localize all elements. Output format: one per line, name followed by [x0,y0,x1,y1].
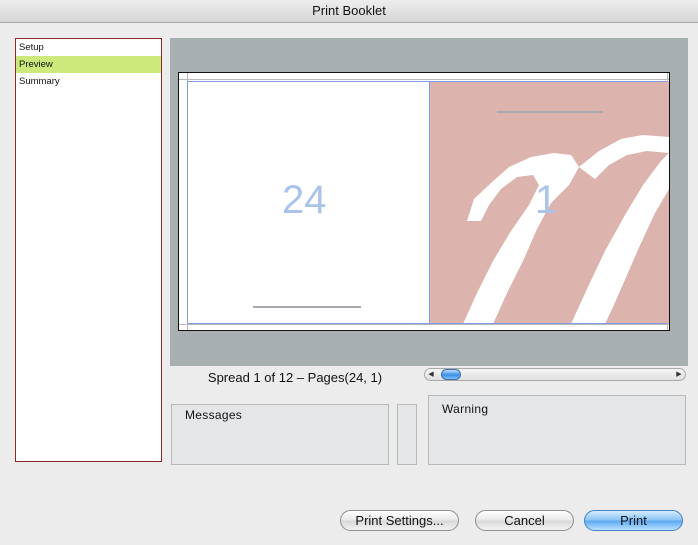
crop-mark [179,324,669,325]
spread-scrollbar[interactable]: ◀ ▶ [424,368,686,381]
window-title: Print Booklet [0,0,698,23]
messages-panel: Messages [171,404,389,465]
warning-panel: Warning [428,395,686,465]
scroll-thumb[interactable] [441,369,461,380]
panel-divider[interactable] [397,404,417,465]
page-guide [187,81,188,323]
crop-mark [179,79,669,80]
sidebar-list: Setup Preview Summary [15,38,162,462]
booklet-preview-pane: 24 1 [170,38,688,366]
print-button[interactable]: Print [584,510,683,531]
spread-preview: 24 1 [178,72,670,331]
sidebar-item-preview[interactable]: Preview [16,56,161,73]
scroll-left-arrow-icon[interactable]: ◀ [426,369,436,380]
right-page-number: 1 [535,178,558,222]
messages-label: Messages [185,408,243,422]
left-page-number: 24 [282,178,327,222]
cancel-button[interactable]: Cancel [475,510,574,531]
page-guide [429,81,430,323]
page-guide [187,81,667,82]
sidebar-item-setup[interactable]: Setup [16,39,161,56]
scroll-right-arrow-icon[interactable]: ▶ [674,369,684,380]
print-settings-button[interactable]: Print Settings... [340,510,459,531]
page-guide [187,323,667,324]
sidebar-item-summary[interactable]: Summary [16,73,161,90]
header-rule [497,111,603,113]
spread-status-label: Spread 1 of 12 – Pages(24, 1) [207,370,383,385]
warning-label: Warning [442,402,489,416]
footer-rule [253,306,361,308]
